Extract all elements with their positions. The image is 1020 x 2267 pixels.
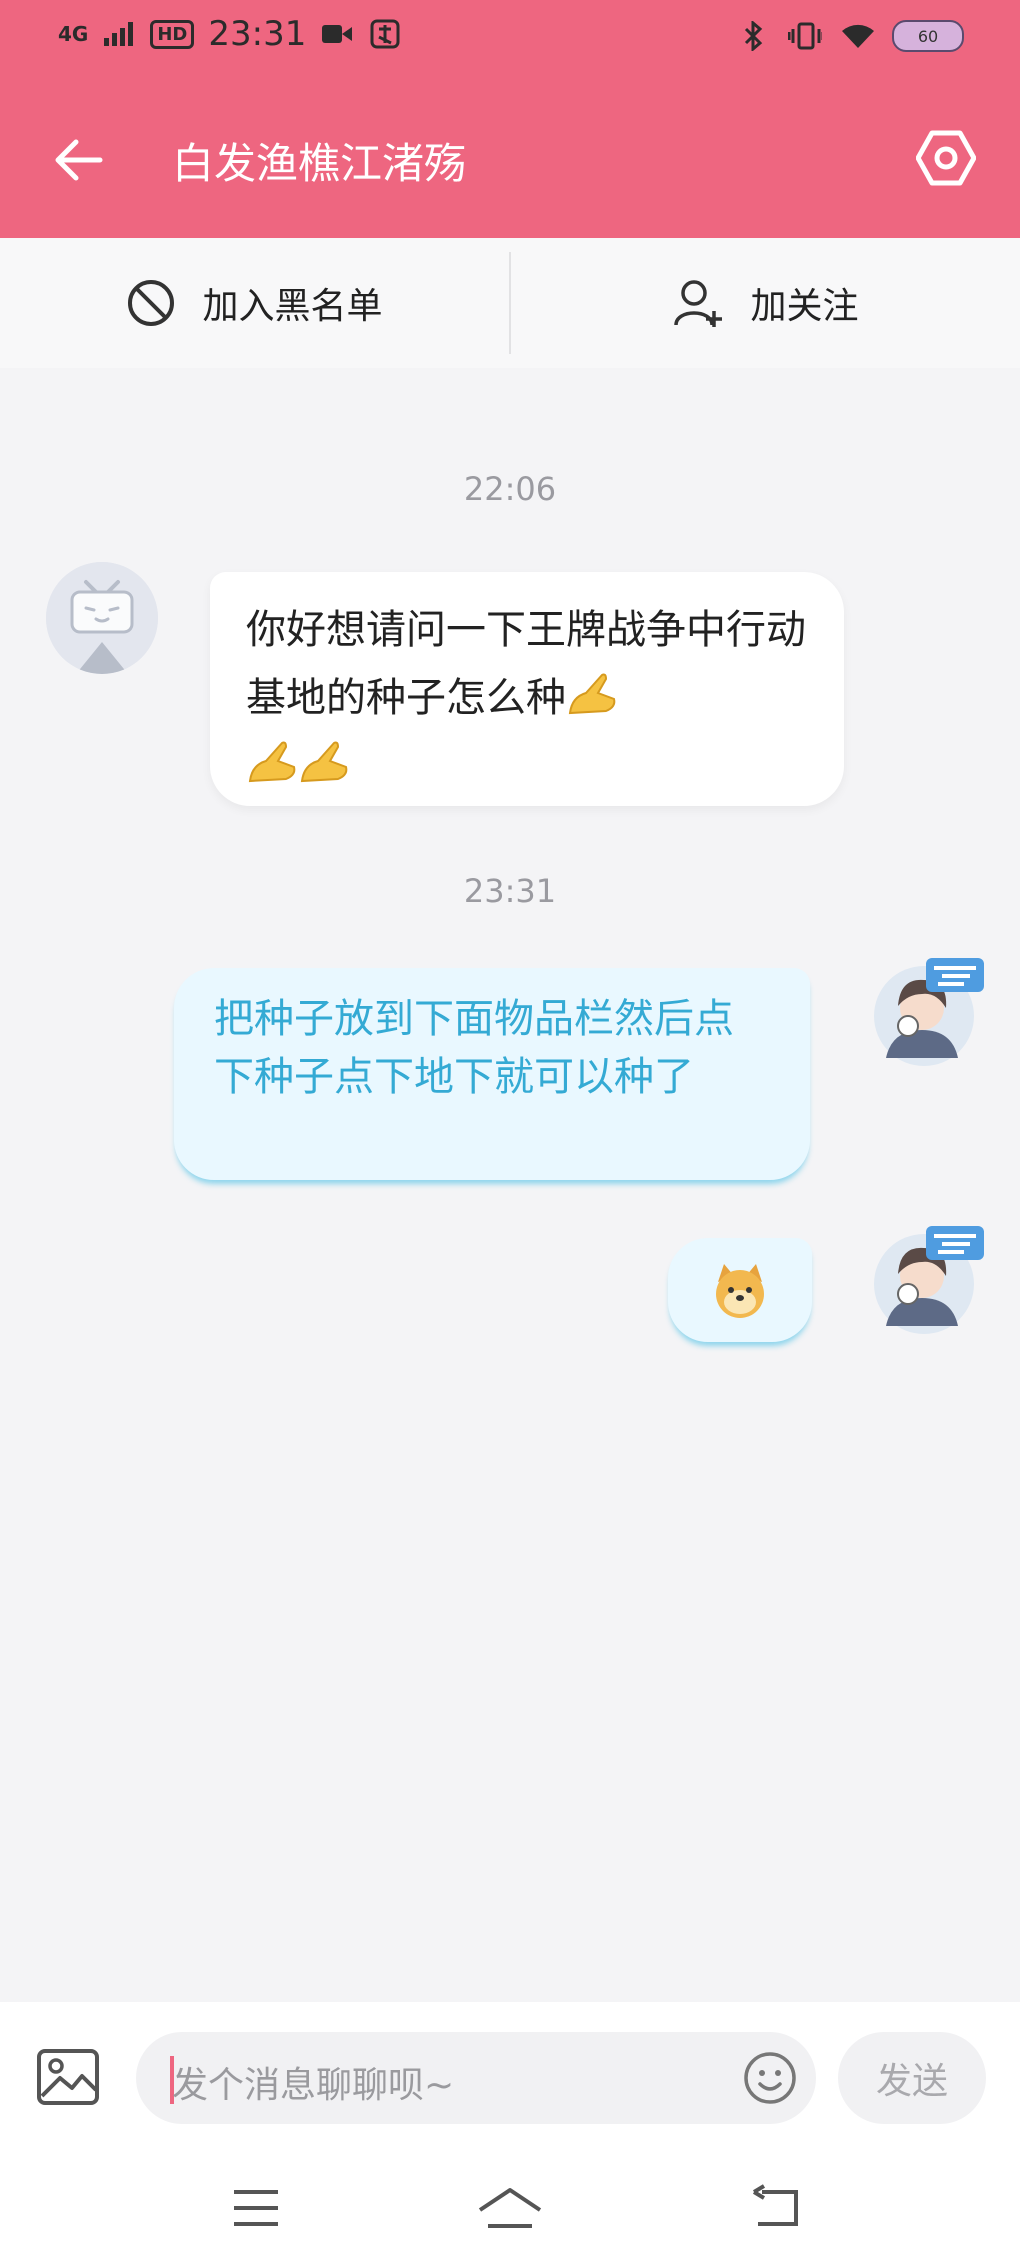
message-timestamp: 22:06 [463,470,557,508]
bluetooth-icon [736,21,770,51]
video-icon [320,20,354,48]
battery-indicator: 60 [892,20,964,52]
wifi-icon [840,22,874,50]
ok-hand-emoji-icon [248,741,296,783]
smile-icon [744,2052,796,2104]
outgoing-message-bubble[interactable]: 把种子放到下面物品栏然后点下种子点下地下就可以种了 [174,968,810,1180]
composer-bar: 发个消息聊聊呗~ 发送 [0,2002,1020,2267]
chat-title: 白发渔樵江渚殇 [172,139,467,188]
outgoing-sticker-bubble[interactable] [668,1238,812,1342]
arrow-left-icon [55,139,103,181]
my-avatar[interactable] [874,1226,986,1338]
contact-avatar[interactable] [46,562,158,674]
top-header: 4G HD 23:31 60 白发渔樵江渚殇 [0,0,1020,238]
menu-icon [234,2190,278,2226]
menu-button[interactable] [228,2180,284,2236]
network-indicator: 4G [58,22,89,46]
return-icon [752,2184,798,2226]
user-avatar-icon [874,1226,984,1334]
add-user-icon [674,280,723,327]
emoji-button[interactable] [742,2050,798,2106]
title-bar: 白发渔樵江渚殇 [0,80,1020,238]
incoming-message-text: 你好想请问一下王牌战争中行动基地的种子怎么种 [246,607,806,721]
follow-label: 加关注 [750,286,859,327]
outgoing-message-text: 把种子放到下面物品栏然后点下种子点下地下就可以种了 [214,996,734,1100]
ok-hand-emoji-icon [300,741,348,783]
action-bar: 加入黑名单 加关注 [0,238,1020,368]
send-button[interactable]: 发送 [838,2032,986,2124]
user-avatar-icon [874,958,984,1066]
app-notification-icon [368,19,402,49]
block-label: 加入黑名单 [202,286,383,327]
bilibili-tv-avatar-icon [46,562,158,674]
incoming-message-bubble[interactable]: 你好想请问一下王牌战争中行动基地的种子怎么种 [210,572,844,806]
home-icon [478,2188,542,2228]
image-picker-button[interactable] [36,2048,100,2106]
block-button[interactable]: 加入黑名单 [0,238,509,368]
settings-icon [915,130,977,186]
image-icon [37,2049,99,2105]
message-input-placeholder: 发个消息聊聊呗~ [172,2065,455,2106]
doge-emoji-icon [716,1264,764,1318]
block-icon [128,280,175,326]
settings-button[interactable] [915,128,977,188]
system-nav-bar [0,2160,1020,2267]
vibrate-icon [788,22,822,50]
ok-hand-emoji-icon [568,673,616,715]
status-bar: 4G HD 23:31 60 [0,0,1020,80]
my-avatar[interactable] [874,958,986,1070]
signal-icon [102,20,136,48]
home-button[interactable] [476,2180,542,2236]
back-nav-button[interactable] [748,2180,804,2236]
message-input[interactable]: 发个消息聊聊呗~ [136,2032,816,2124]
message-timestamp: 23:31 [463,872,557,910]
hd-badge: HD [150,19,195,49]
follow-button[interactable]: 加关注 [511,238,1020,368]
status-time: 23:31 [208,14,307,54]
back-button[interactable] [52,134,104,186]
